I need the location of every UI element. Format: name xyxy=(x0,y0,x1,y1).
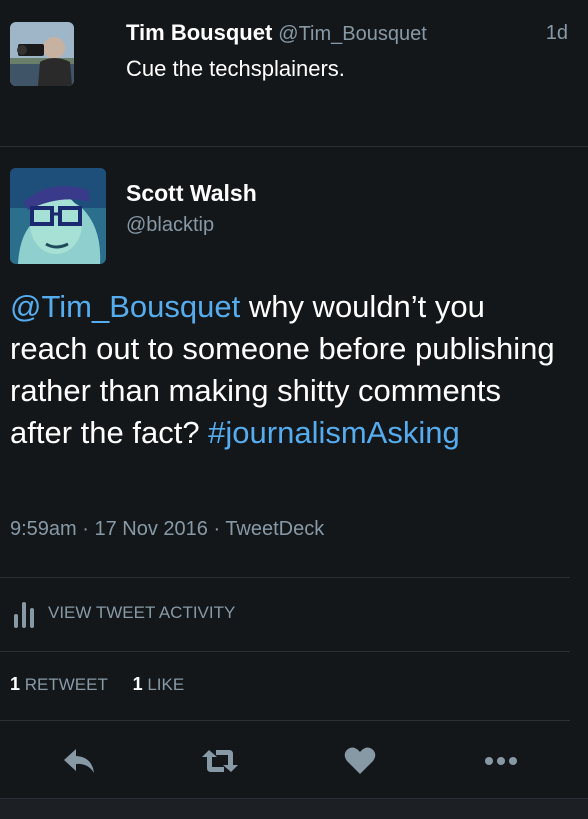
tweet-text: @Tim_Bousquet why wouldn’t you reach out… xyxy=(10,286,570,454)
divider xyxy=(0,720,570,721)
bar-chart-icon xyxy=(14,598,34,628)
divider xyxy=(0,651,570,652)
heart-icon xyxy=(344,747,376,774)
mention-link[interactable]: @Tim_Bousquet xyxy=(10,289,240,324)
retweet-icon xyxy=(202,750,238,772)
reply-icon xyxy=(64,749,94,773)
tweet-author-handle[interactable]: @blacktip xyxy=(126,214,214,237)
previous-tweet[interactable]: Tim Bousquet @Tim_Bousquet 1d Cue the tec… xyxy=(0,0,588,147)
more-icon xyxy=(485,757,517,765)
view-tweet-activity-label: VIEW TWEET ACTIVITY xyxy=(48,603,236,622)
more-button[interactable] xyxy=(478,738,524,784)
tweet-actions xyxy=(0,738,570,784)
previous-tweet-text: Cue the techsplainers. xyxy=(126,56,345,81)
bottom-bar xyxy=(0,798,588,819)
previous-tweet-time[interactable]: 1d xyxy=(546,22,568,45)
likes-stat[interactable]: 1 LIKE xyxy=(132,674,185,694)
retweets-label: RETWEET xyxy=(24,675,108,694)
tweet-author-name[interactable]: Scott Walsh xyxy=(126,180,257,207)
previous-tweet-handle[interactable]: @Tim_Bousquet xyxy=(278,23,427,45)
reply-button[interactable] xyxy=(56,738,102,784)
previous-tweet-author[interactable]: Tim Bousquet @Tim_Bousquet xyxy=(126,20,427,46)
divider xyxy=(0,577,570,578)
tweet-stats: 1 RETWEET 1 LIKE xyxy=(10,674,204,695)
scott-walsh-avatar[interactable] xyxy=(10,168,106,264)
tweet-meta: 9:59am · 17 Nov 2016 · TweetDeck xyxy=(10,518,325,540)
previous-tweet-name[interactable]: Tim Bousquet xyxy=(126,20,272,45)
likes-count: 1 xyxy=(132,674,143,694)
retweets-count: 1 xyxy=(10,674,21,694)
retweets-stat[interactable]: 1 RETWEET xyxy=(10,674,108,694)
like-button[interactable] xyxy=(337,738,383,784)
view-tweet-activity-button[interactable]: VIEW TWEET ACTIVITY xyxy=(14,596,235,630)
retweet-button[interactable] xyxy=(197,738,243,784)
tim-bousquet-avatar[interactable] xyxy=(10,22,74,86)
likes-label: LIKE xyxy=(147,675,185,694)
hashtag-link[interactable]: #journalismAsking xyxy=(208,415,460,450)
